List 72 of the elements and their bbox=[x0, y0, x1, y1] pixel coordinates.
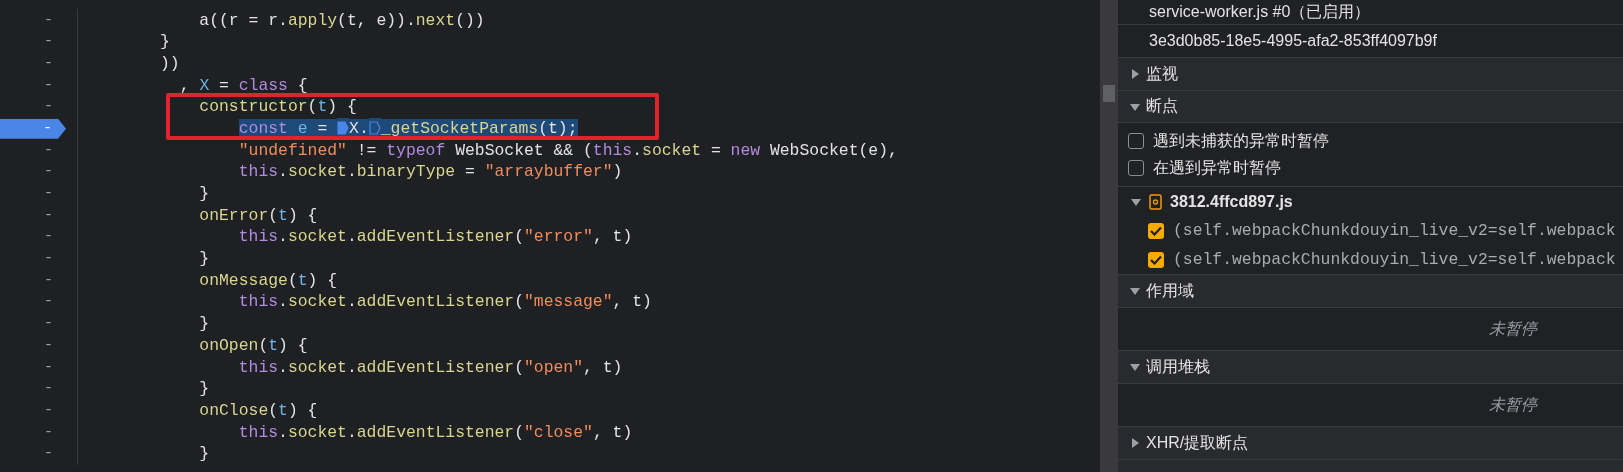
section-header[interactable]: 断点 bbox=[1118, 91, 1623, 123]
context-id[interactable]: 3e3d0b85-18e5-4995-afa2-853ff4097b9f bbox=[1149, 32, 1437, 50]
code-text: } bbox=[199, 444, 210, 464]
gutter-dash[interactable]: - bbox=[44, 141, 53, 159]
checkbox[interactable] bbox=[1148, 251, 1164, 268]
gutter-dash[interactable]: - bbox=[44, 98, 53, 116]
gutter-dash[interactable]: - bbox=[44, 33, 53, 51]
section-title: 断点 bbox=[1146, 96, 1178, 116]
gutter-dash[interactable]: - bbox=[44, 423, 53, 441]
checkbox[interactable] bbox=[1128, 160, 1144, 176]
checkbox-label[interactable]: 遇到未捕获的异常时暂停 bbox=[1153, 130, 1329, 152]
code-text: onMessage(t) { bbox=[199, 270, 338, 290]
breakpoint-code[interactable]: (self.webpackChunkdouyin_live_v2=self.webpack bbox=[1173, 221, 1616, 240]
section-header[interactable]: 作用域 bbox=[1118, 275, 1623, 308]
code-text: this.socket.addEventListener("close", t) bbox=[238, 422, 633, 442]
gutter-dash[interactable]: - bbox=[44, 401, 53, 419]
gutter-dash[interactable]: - bbox=[44, 11, 53, 29]
section-header[interactable]: 监视 bbox=[1118, 58, 1623, 91]
code-text: onClose(t) { bbox=[199, 400, 318, 420]
code-text: } bbox=[199, 249, 210, 269]
code-text: this.socket.addEventListener("message", t) bbox=[238, 292, 652, 312]
section-title: 监视 bbox=[1146, 63, 1178, 84]
checkbox-label[interactable]: 在遇到异常时暂停 bbox=[1153, 157, 1281, 179]
gutter-dash[interactable]: - bbox=[44, 185, 53, 203]
breakpoint-marker[interactable]: - bbox=[0, 118, 66, 139]
gutter-dash[interactable]: - bbox=[44, 163, 53, 181]
section-title: XHR/提取断点 bbox=[1146, 432, 1249, 453]
caret-down-icon[interactable] bbox=[1130, 286, 1140, 296]
gutter-dash[interactable]: - bbox=[44, 380, 53, 398]
section-title: 作用域 bbox=[1146, 280, 1194, 301]
section-header[interactable]: XHR/提取断点 bbox=[1118, 427, 1623, 460]
caret-right-icon[interactable] bbox=[1130, 69, 1140, 79]
gutter-dash[interactable]: - bbox=[44, 293, 53, 311]
code-text: this.socket.binaryType = "arraybuffer") bbox=[238, 162, 623, 182]
section-title: 调用堆栈 bbox=[1146, 356, 1210, 377]
code-text: onOpen(t) { bbox=[199, 335, 308, 355]
code-text: )) bbox=[160, 53, 180, 73]
code-text: a((r = r.apply(t, e)).next()) bbox=[199, 10, 485, 30]
caret-right-icon[interactable] bbox=[1130, 438, 1140, 448]
caret-down-icon[interactable] bbox=[1130, 101, 1140, 112]
gutter-dash[interactable]: - bbox=[44, 315, 53, 333]
gutter-dash[interactable]: - bbox=[44, 54, 53, 72]
breakpoint-code[interactable]: (self.webpackChunkdouyin_live_v2=self.webpack bbox=[1173, 250, 1616, 269]
section-header[interactable]: 调用堆栈 bbox=[1118, 351, 1623, 384]
gutter-dash[interactable]: - bbox=[44, 76, 53, 94]
code-text: } bbox=[160, 32, 170, 52]
code-text: , X = class { bbox=[179, 75, 308, 95]
code-text: onError(t) { bbox=[199, 205, 318, 225]
context-name[interactable]: service-worker.js #0（已启用） bbox=[1149, 1, 1371, 23]
code-text: } bbox=[199, 184, 210, 204]
gutter-dash[interactable]: - bbox=[44, 228, 53, 246]
code-text: constructor(t) { bbox=[199, 97, 357, 117]
checkbox[interactable] bbox=[1148, 222, 1164, 239]
code-text: } bbox=[199, 379, 210, 399]
caret-down-icon[interactable] bbox=[1131, 196, 1141, 207]
status-text: 未暂停 bbox=[1489, 394, 1537, 415]
gutter-dash[interactable]: - bbox=[44, 445, 53, 463]
file-icon bbox=[1149, 193, 1162, 210]
code-text: this.socket.addEventListener("open", t) bbox=[238, 357, 623, 377]
gutter-dash[interactable]: - bbox=[44, 206, 53, 224]
code-text: } bbox=[199, 314, 210, 334]
code-text: this.socket.addEventListener("error", t) bbox=[238, 227, 633, 247]
gutter-dash[interactable]: - bbox=[44, 271, 53, 289]
gutter-dash[interactable]: - bbox=[44, 250, 53, 268]
gutter-dash[interactable]: - bbox=[44, 336, 53, 354]
file-name[interactable]: 3812.4ffcd897.js bbox=[1170, 192, 1293, 211]
caret-down-icon[interactable] bbox=[1130, 362, 1140, 372]
checkbox[interactable] bbox=[1128, 133, 1144, 149]
scrollbar-thumb[interactable] bbox=[1103, 85, 1115, 102]
status-text: 未暂停 bbox=[1489, 318, 1537, 339]
code-text: "undefined" != typeof WebSocket && (this.socket = new WebSocket(e), bbox=[238, 140, 898, 160]
gutter-dash[interactable]: - bbox=[44, 358, 53, 376]
